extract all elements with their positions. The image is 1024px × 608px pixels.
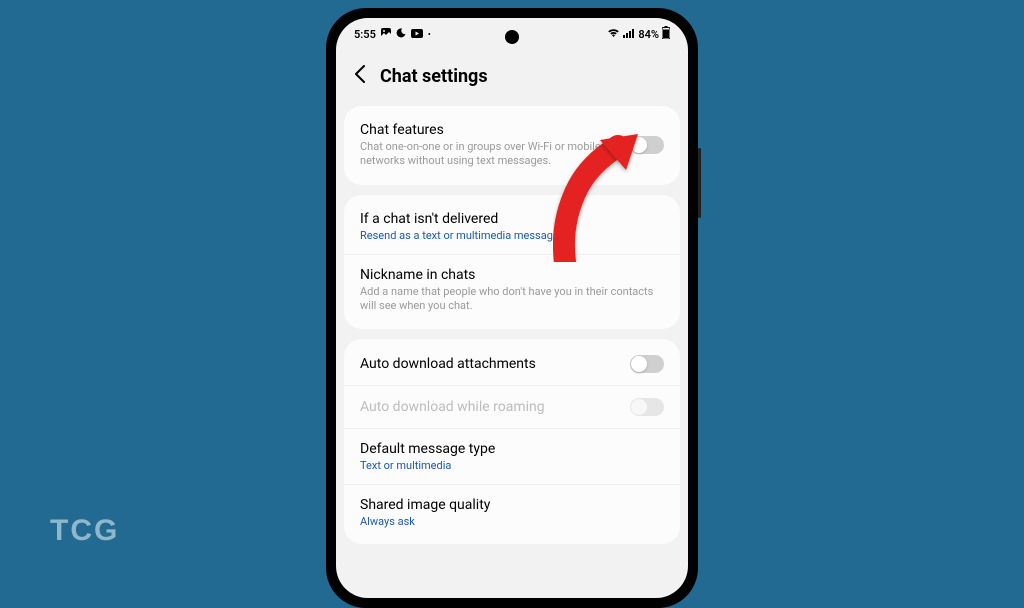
status-battery-pct: 84% [638,28,659,41]
wifi-icon [607,28,620,41]
page-title: Chat settings [380,66,488,87]
settings-content: Chat features Chat one-on-one or in grou… [336,106,688,598]
phone-side-button [698,148,701,218]
shared-quality-title: Shared image quality [360,497,664,513]
chat-features-desc: Chat one-on-one or in groups over Wi-Fi … [360,140,620,169]
default-type-value: Text or multimedia [360,459,664,472]
page-header: Chat settings [336,50,688,106]
battery-icon [662,26,670,42]
not-delivered-title: If a chat isn't delivered [360,211,664,227]
phone-screen: 5:55 • 84% [336,18,688,598]
phone-frame: 5:55 • 84% [326,8,698,608]
watermark-logo: TCG [50,514,119,548]
row-default-type[interactable]: Default message type Text or multimedia [344,428,680,484]
signal-icon [623,28,635,41]
row-auto-download-roaming: Auto download while roaming [344,385,680,428]
nickname-title: Nickname in chats [360,267,664,283]
auto-download-roaming-title: Auto download while roaming [360,399,620,415]
default-type-title: Default message type [360,441,664,457]
row-chat-features[interactable]: Chat features Chat one-on-one or in grou… [344,110,680,181]
auto-download-toggle[interactable] [630,355,664,373]
row-auto-download[interactable]: Auto download attachments [344,343,680,385]
shared-quality-value: Always ask [360,515,664,528]
dot-icon: • [428,30,431,39]
card-downloads: Auto download attachments Auto download … [344,339,680,544]
nickname-desc: Add a name that people who don't have yo… [360,285,664,314]
row-shared-quality[interactable]: Shared image quality Always ask [344,484,680,540]
status-time: 5:55 [354,28,376,41]
chat-features-toggle[interactable] [630,136,664,154]
row-not-delivered[interactable]: If a chat isn't delivered Resend as a te… [344,199,680,254]
moon-icon [396,28,406,41]
chat-features-title: Chat features [360,122,620,138]
camera-cutout [505,30,519,44]
auto-download-title: Auto download attachments [360,356,620,372]
card-chat-options: If a chat isn't delivered Resend as a te… [344,195,680,330]
back-button[interactable] [350,60,370,92]
row-nickname[interactable]: Nickname in chats Add a name that people… [344,254,680,326]
auto-download-roaming-toggle [630,398,664,416]
card-chat-features: Chat features Chat one-on-one or in grou… [344,106,680,185]
youtube-icon [411,28,423,41]
not-delivered-value: Resend as a text or multimedia message [360,229,664,242]
gallery-icon [381,28,391,41]
